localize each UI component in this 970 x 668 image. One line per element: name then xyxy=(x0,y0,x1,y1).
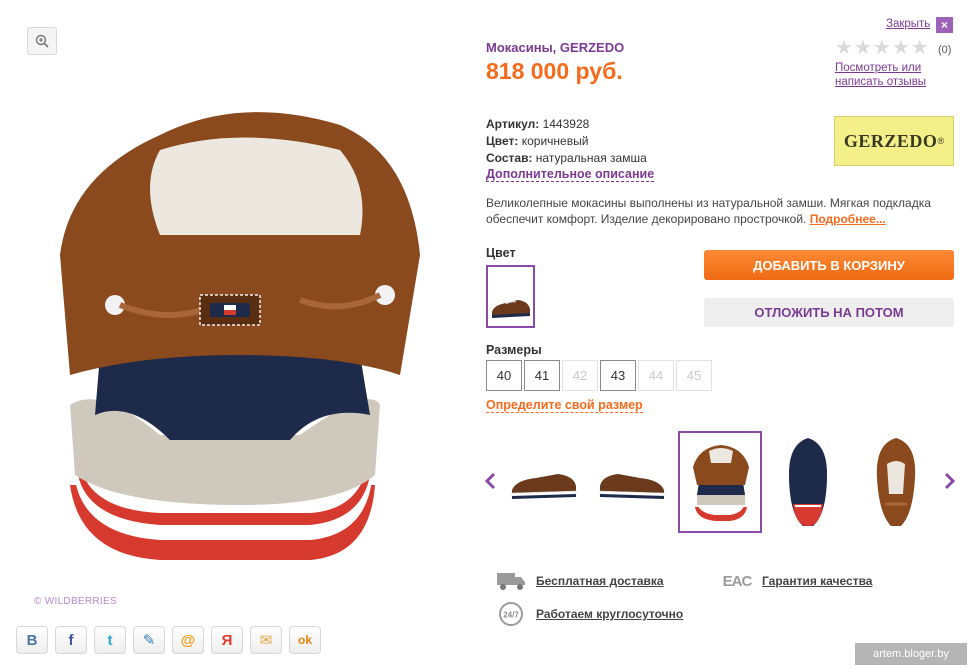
size-option[interactable]: 43 xyxy=(600,360,636,391)
gallery-thumb[interactable] xyxy=(502,431,586,533)
social-share-bar: B f t ✎ @ Я ✉ ok xyxy=(16,626,321,654)
truck-icon xyxy=(496,569,526,593)
zoom-in-icon xyxy=(35,34,49,48)
size-option-unavailable: 44 xyxy=(638,360,674,391)
spec-value: 1443928 xyxy=(542,117,590,131)
chevron-left-icon xyxy=(484,472,496,490)
size-option[interactable]: 41 xyxy=(524,360,560,391)
product-price: 818 000 руб. xyxy=(486,58,623,84)
size-selector: 40 41 42 43 44 45 xyxy=(486,360,712,391)
product-title: Мокасины, GERZEDO xyxy=(486,40,625,55)
feature-delivery[interactable]: Бесплатная доставка xyxy=(496,569,664,593)
spec-color: Цвет: коричневый xyxy=(486,133,647,150)
blog-watermark: artem.bloger.by xyxy=(855,643,967,665)
chevron-right-icon xyxy=(944,472,956,490)
email-icon[interactable]: ✉ xyxy=(250,626,282,654)
close-link[interactable]: Закрыть xyxy=(886,18,930,30)
livejournal-icon[interactable]: ✎ xyxy=(133,626,165,654)
feature-quality-label[interactable]: Гарантия качества xyxy=(762,574,872,588)
review-count: (0) xyxy=(938,44,952,56)
star-icon[interactable]: ★ xyxy=(892,38,910,58)
spec-material: Состав: натуральная замша xyxy=(486,150,647,167)
odnoklassniki-icon[interactable]: ok xyxy=(289,626,321,654)
size-option[interactable]: 40 xyxy=(486,360,522,391)
watermark: © WILDBERRIES xyxy=(34,596,117,607)
gallery-prev-arrow[interactable] xyxy=(484,470,496,496)
thumb-image xyxy=(876,438,916,526)
sizes-label: Размеры xyxy=(486,343,542,357)
brand-logo[interactable]: GERZEDO ® xyxy=(834,116,954,166)
reviews-link[interactable]: Посмотреть или написать отзывы xyxy=(835,61,955,89)
size-option-unavailable: 42 xyxy=(562,360,598,391)
gallery-thumb-active[interactable] xyxy=(678,431,762,533)
facebook-icon[interactable]: f xyxy=(55,626,87,654)
feature-delivery-label[interactable]: Бесплатная доставка xyxy=(536,574,664,588)
star-icon[interactable]: ★ xyxy=(873,38,891,58)
zoom-button[interactable] xyxy=(27,27,57,55)
feature-quality[interactable]: EAC Гарантия качества xyxy=(722,569,873,593)
thumb-image xyxy=(599,474,665,499)
read-more-link[interactable]: Подробнее... xyxy=(810,212,886,226)
star-icon[interactable]: ★ xyxy=(854,38,872,58)
product-description: Великолепные мокасины выполнены из натур… xyxy=(486,195,952,227)
shoe-swatch-image xyxy=(492,300,530,318)
gallery-thumb[interactable] xyxy=(854,431,938,533)
spec-value: коричневый xyxy=(521,134,589,148)
thumb-image xyxy=(693,445,749,521)
spec-article: Артикул: 1443928 xyxy=(486,116,647,133)
clock-24-icon: 24/7 xyxy=(496,602,526,626)
vk-icon[interactable]: B xyxy=(16,626,48,654)
gallery-thumb[interactable] xyxy=(590,431,674,533)
spec-label: Состав: xyxy=(486,151,533,165)
yandex-icon[interactable]: Я xyxy=(211,626,243,654)
color-label: Цвет xyxy=(486,246,516,260)
more-description-link[interactable]: Дополнительное описание xyxy=(486,167,655,182)
add-to-cart-button[interactable]: ДОБАВИТЬ В КОРЗИНУ xyxy=(704,250,954,280)
thumb-image xyxy=(511,474,577,499)
gallery-thumb[interactable] xyxy=(766,431,850,533)
size-guide-link[interactable]: Определите свой размер xyxy=(486,398,643,413)
main-product-photo[interactable] xyxy=(40,55,450,575)
save-for-later-button[interactable]: ОТЛОЖИТЬ НА ПОТОМ xyxy=(704,298,954,327)
spec-label: Цвет: xyxy=(486,134,519,148)
star-icon[interactable]: ★ xyxy=(835,38,853,58)
size-option-unavailable: 45 xyxy=(676,360,712,391)
twitter-icon[interactable]: t xyxy=(94,626,126,654)
close-icon[interactable]: × xyxy=(936,17,953,33)
thumb-image xyxy=(789,438,827,526)
gallery-next-arrow[interactable] xyxy=(944,470,956,496)
spec-value: натуральная замша xyxy=(535,151,647,165)
feature-support[interactable]: 24/7 Работаем круглосуточно xyxy=(496,602,683,626)
star-icon[interactable]: ★ xyxy=(911,38,929,58)
brand-logo-text: GERZEDO xyxy=(843,130,938,151)
color-swatch-brown[interactable] xyxy=(486,265,535,328)
spec-label: Артикул: xyxy=(486,117,540,131)
gallery-thumbnails xyxy=(502,431,938,533)
eac-icon: EAC xyxy=(722,572,753,590)
svg-text:24/7: 24/7 xyxy=(503,611,519,620)
mail-ru-icon[interactable]: @ xyxy=(172,626,204,654)
product-specs: Артикул: 1443928 Цвет: коричневый Состав… xyxy=(486,116,647,167)
feature-support-label[interactable]: Работаем круглосуточно xyxy=(536,607,683,621)
rating-stars[interactable]: ★ ★ ★ ★ ★ xyxy=(835,38,929,58)
